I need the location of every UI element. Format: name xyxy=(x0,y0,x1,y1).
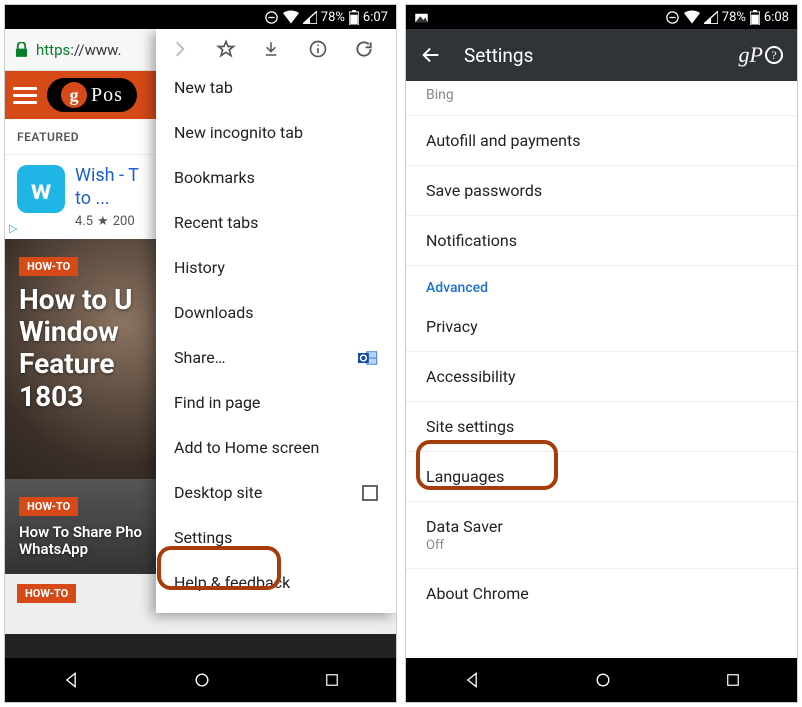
menu-history[interactable]: History xyxy=(156,245,396,290)
settings-title: Settings xyxy=(464,44,533,67)
wifi-icon xyxy=(283,10,299,24)
signal-icon xyxy=(704,11,718,24)
android-navbar xyxy=(5,658,396,702)
nav-home-icon[interactable] xyxy=(192,670,212,690)
battery-icon xyxy=(750,10,760,25)
site-logo[interactable]: gPos xyxy=(47,78,137,112)
menu-new-tab[interactable]: New tab xyxy=(156,65,396,110)
outlook-icon xyxy=(358,349,378,367)
article-tag: HOW-TO xyxy=(19,497,78,516)
settings-item-accessibility[interactable]: Accessibility xyxy=(406,352,797,402)
nav-recents-icon[interactable] xyxy=(724,671,742,689)
menu-downloads[interactable]: Downloads xyxy=(156,290,396,335)
menu-bookmarks[interactable]: Bookmarks xyxy=(156,155,396,200)
forward-icon[interactable] xyxy=(170,39,198,59)
adchoices-icon[interactable]: ▷ xyxy=(9,222,17,235)
ad-rating: 4.5 ★ 200 xyxy=(75,214,139,229)
dnd-icon xyxy=(665,10,680,25)
nav-back-icon[interactable] xyxy=(61,670,81,690)
bookmark-star-icon[interactable] xyxy=(216,39,244,59)
settings-item-search-engine-value[interactable]: Bing xyxy=(406,81,797,116)
signal-icon xyxy=(303,11,317,24)
screenshot-icon xyxy=(414,11,429,24)
battery-label: 78% xyxy=(321,10,345,25)
article-tag: HOW-TO xyxy=(17,584,76,603)
ad-title: Wish - Tto ... xyxy=(75,165,139,210)
nav-back-icon[interactable] xyxy=(462,670,482,690)
settings-list[interactable]: Bing Autofill and payments Save password… xyxy=(406,81,797,658)
url-text: https://www. xyxy=(36,41,121,59)
back-arrow-icon[interactable] xyxy=(420,44,442,66)
checkbox-icon[interactable] xyxy=(362,485,378,501)
menu-icon-row xyxy=(156,29,396,65)
statusbar: 78% 6:08 xyxy=(406,5,797,29)
statusbar: 78% 6:07 xyxy=(5,5,396,29)
menu-new-incognito[interactable]: New incognito tab xyxy=(156,110,396,155)
menu-desktop-site[interactable]: Desktop site xyxy=(156,470,396,515)
ad-app-icon: w xyxy=(17,165,65,213)
settings-item-data-saver[interactable]: Data Saver Off xyxy=(406,502,797,569)
star-icon: ★ xyxy=(97,214,109,229)
article-tag: HOW-TO xyxy=(19,257,78,276)
watermark-logo: gP? xyxy=(739,42,783,68)
nav-home-icon[interactable] xyxy=(593,670,613,690)
battery-label: 78% xyxy=(722,10,746,25)
phone-right: 78% 6:08 Settings gP? Bing Autofill and … xyxy=(405,4,798,703)
menu-add-to-home[interactable]: Add to Home screen xyxy=(156,425,396,470)
data-saver-status: Off xyxy=(426,538,777,553)
battery-icon xyxy=(349,10,359,25)
clock-label: 6:07 xyxy=(363,10,388,25)
reload-icon[interactable] xyxy=(354,39,382,59)
settings-item-languages[interactable]: Languages xyxy=(406,452,797,502)
chrome-overflow-menu: New tab New incognito tab Bookmarks Rece… xyxy=(156,29,396,613)
settings-item-about[interactable]: About Chrome xyxy=(406,569,797,618)
phone-left: 78% 6:07 https://www. gPos FEATURED ▷ w … xyxy=(4,4,397,703)
menu-recent-tabs[interactable]: Recent tabs xyxy=(156,200,396,245)
settings-header: Settings gP? xyxy=(406,29,797,81)
clock-label: 6:08 xyxy=(764,10,789,25)
wifi-icon xyxy=(684,10,700,24)
menu-find-in-page[interactable]: Find in page xyxy=(156,380,396,425)
menu-settings[interactable]: Settings xyxy=(156,515,396,560)
dnd-icon xyxy=(264,10,279,25)
settings-item-autofill[interactable]: Autofill and payments xyxy=(406,116,797,166)
nav-recents-icon[interactable] xyxy=(323,671,341,689)
settings-item-notifications[interactable]: Notifications xyxy=(406,216,797,266)
settings-item-save-passwords[interactable]: Save passwords xyxy=(406,166,797,216)
settings-item-privacy[interactable]: Privacy xyxy=(406,302,797,352)
lock-icon xyxy=(15,42,28,57)
hamburger-icon[interactable] xyxy=(13,87,37,104)
settings-item-site-settings[interactable]: Site settings xyxy=(406,402,797,452)
menu-help-feedback[interactable]: Help & feedback xyxy=(156,560,396,605)
settings-section-advanced: Advanced xyxy=(406,266,797,302)
android-navbar xyxy=(406,658,797,702)
menu-share[interactable]: Share… xyxy=(156,335,396,380)
download-icon[interactable] xyxy=(262,39,290,59)
info-icon[interactable] xyxy=(308,39,336,59)
